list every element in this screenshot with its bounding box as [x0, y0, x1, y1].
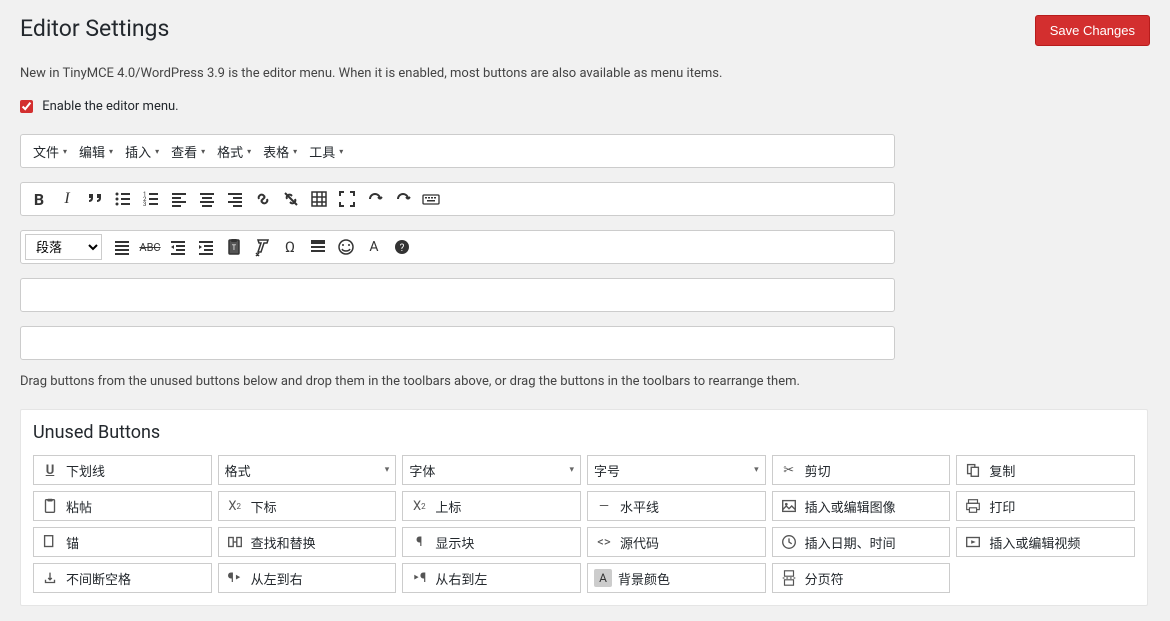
unused-copy[interactable]: 复制: [956, 455, 1135, 485]
cut-icon: ✂: [779, 460, 799, 480]
enable-menu-checkbox[interactable]: [20, 100, 33, 113]
unused-video[interactable]: 插入或编辑视频: [956, 527, 1135, 557]
blocks-icon: ¶: [409, 532, 429, 552]
unused-anchor[interactable]: 锚: [33, 527, 212, 557]
unused-nbsp[interactable]: 不间断空格: [33, 563, 212, 593]
unused-subscript[interactable]: X2下标: [218, 491, 397, 521]
nbsp-icon: [40, 568, 60, 588]
code-icon: <>: [594, 532, 614, 552]
bgcolor-icon: A: [594, 569, 612, 587]
unused-ltr[interactable]: ¶‣从左到右: [218, 563, 397, 593]
menu-file[interactable]: 文件: [25, 136, 71, 167]
unused-code[interactable]: <>源代码: [587, 527, 766, 557]
drag-instructions: Drag buttons from the unused buttons bel…: [20, 374, 895, 389]
underline-icon: U: [40, 460, 60, 480]
copy-icon: [963, 460, 983, 480]
outdent-button[interactable]: [164, 233, 192, 261]
justify-button[interactable]: [108, 233, 136, 261]
align-left-button[interactable]: [165, 185, 193, 213]
indent-button[interactable]: [192, 233, 220, 261]
unused-format-select[interactable]: 格式: [218, 455, 397, 485]
unlink-button[interactable]: [277, 185, 305, 213]
unused-blocks[interactable]: ¶显示块: [402, 527, 581, 557]
blockquote-button[interactable]: [81, 185, 109, 213]
unused-hr[interactable]: —水平线: [587, 491, 766, 521]
toolbar-4[interactable]: [20, 326, 895, 360]
keyboard-button[interactable]: [417, 185, 445, 213]
menu-tools[interactable]: 工具: [301, 136, 347, 167]
align-right-button[interactable]: [221, 185, 249, 213]
undo-button[interactable]: [361, 185, 389, 213]
table-button[interactable]: [305, 185, 333, 213]
find-icon: [225, 532, 245, 552]
emoticon-button[interactable]: [332, 233, 360, 261]
numbered-list-button[interactable]: 123: [137, 185, 165, 213]
unused-find[interactable]: 查找和替换: [218, 527, 397, 557]
align-center-button[interactable]: [193, 185, 221, 213]
anchor-icon: [40, 532, 60, 552]
paste-icon: [40, 496, 60, 516]
bullet-list-button[interactable]: [109, 185, 137, 213]
unused-image[interactable]: 插入或编辑图像: [772, 491, 951, 521]
strikethrough-button[interactable]: ABC: [136, 233, 164, 261]
subscript-icon: X2: [225, 496, 245, 516]
save-changes-button[interactable]: Save Changes: [1035, 15, 1150, 46]
menu-format[interactable]: 格式: [209, 136, 255, 167]
text-color-button[interactable]: A: [360, 233, 388, 261]
redo-button[interactable]: [389, 185, 417, 213]
unused-rtl[interactable]: ‣¶从右到左: [402, 563, 581, 593]
unused-datetime[interactable]: 插入日期、时间: [772, 527, 951, 557]
more-button[interactable]: [304, 233, 332, 261]
toolbar-1[interactable]: B I 123: [20, 182, 895, 216]
unused-underline[interactable]: U下划线: [33, 455, 212, 485]
enable-menu-label: Enable the editor menu.: [42, 99, 178, 114]
toolbar-2[interactable]: 段落 ABC T Ω A ?: [20, 230, 895, 264]
ltr-icon: ¶‣: [225, 568, 245, 588]
intro-text: New in TinyMCE 4.0/WordPress 3.9 is the …: [20, 66, 722, 81]
unused-paste[interactable]: 粘帖: [33, 491, 212, 521]
paste-text-button[interactable]: T: [220, 233, 248, 261]
superscript-icon: X2: [409, 496, 429, 516]
unused-print[interactable]: 打印: [956, 491, 1135, 521]
help-button[interactable]: ?: [388, 233, 416, 261]
svg-text:3: 3: [143, 201, 146, 208]
unused-pagebreak[interactable]: 分页符: [772, 563, 951, 593]
italic-button[interactable]: I: [53, 185, 81, 213]
menu-view[interactable]: 查看: [163, 136, 209, 167]
clock-icon: [779, 532, 799, 552]
unused-buttons-title: Unused Buttons: [33, 422, 1135, 443]
unused-cut[interactable]: ✂剪切: [772, 455, 951, 485]
rtl-icon: ‣¶: [409, 568, 429, 588]
hr-icon: —: [594, 496, 614, 516]
unused-font-select[interactable]: 字体: [402, 455, 581, 485]
svg-text:?: ?: [400, 243, 405, 254]
print-icon: [963, 496, 983, 516]
unused-bgcolor[interactable]: A背景颜色: [587, 563, 766, 593]
page-title: Editor Settings: [20, 15, 722, 42]
menu-insert[interactable]: 插入: [117, 136, 163, 167]
clear-format-button[interactable]: [248, 233, 276, 261]
bold-button[interactable]: B: [25, 185, 53, 213]
fullscreen-button[interactable]: [333, 185, 361, 213]
special-char-button[interactable]: Ω: [276, 233, 304, 261]
unused-buttons-box: Unused Buttons U下划线 格式 字体 字号 ✂剪切 复制 粘帖 X…: [20, 409, 1148, 606]
toolbar-3[interactable]: [20, 278, 895, 312]
format-select[interactable]: 段落: [25, 234, 102, 260]
video-icon: [963, 532, 983, 552]
image-icon: [779, 496, 799, 516]
menu-edit[interactable]: 编辑: [71, 136, 117, 167]
link-button[interactable]: [249, 185, 277, 213]
unused-size-select[interactable]: 字号: [587, 455, 766, 485]
pagebreak-icon: [779, 568, 799, 588]
editor-menubar: 文件 编辑 插入 查看 格式 表格 工具: [20, 134, 895, 168]
unused-superscript[interactable]: X2上标: [402, 491, 581, 521]
menu-table[interactable]: 表格: [255, 136, 301, 167]
